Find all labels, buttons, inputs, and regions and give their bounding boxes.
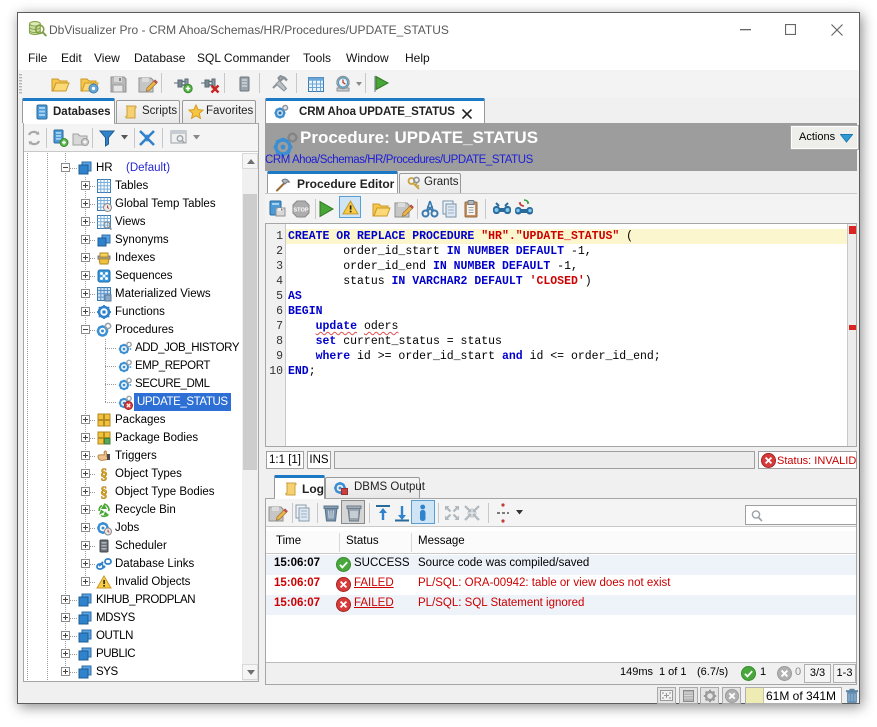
svg-text:STOP: STOP bbox=[293, 208, 308, 214]
